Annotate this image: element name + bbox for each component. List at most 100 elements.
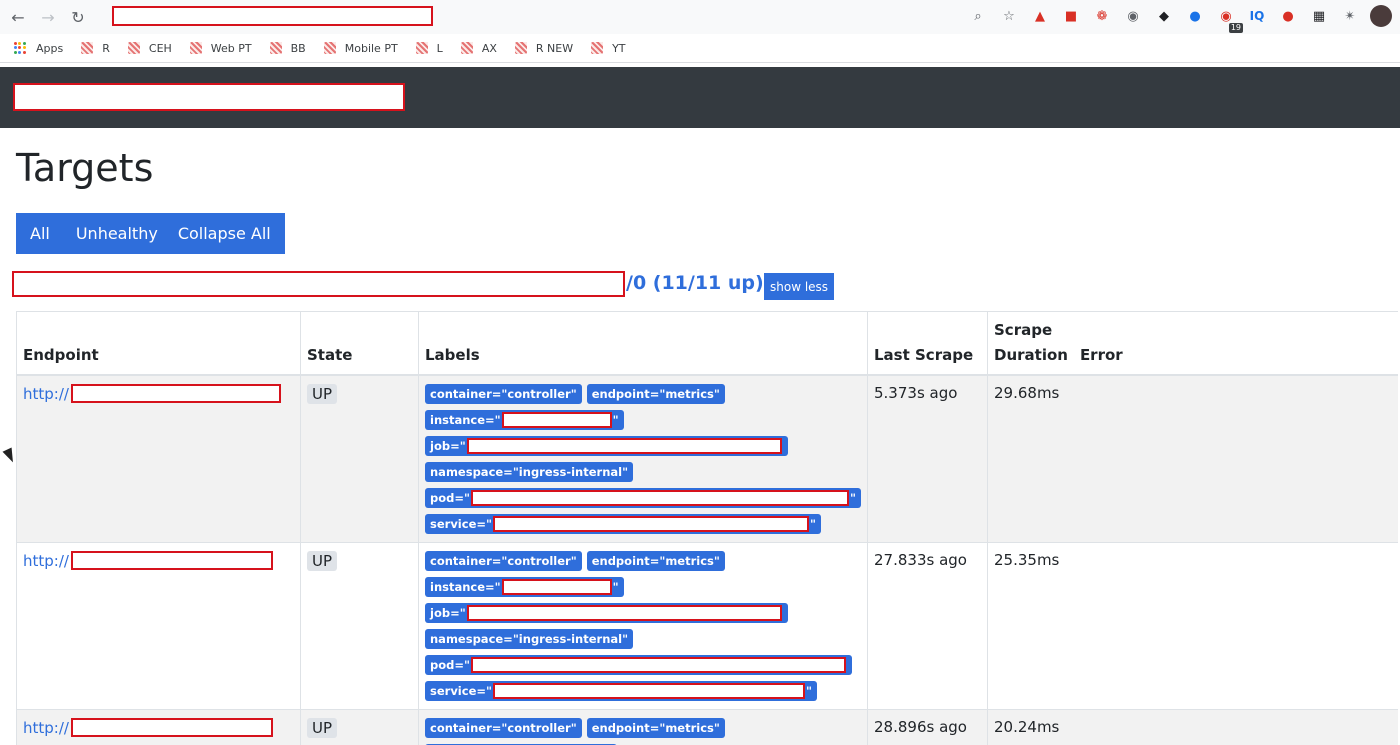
endpoint-redacted xyxy=(70,384,281,403)
layers-extension-icon[interactable]: ◆ xyxy=(1153,5,1175,27)
filter-button-group: All Unhealthy Collapse All xyxy=(16,213,285,254)
back-icon[interactable]: ← xyxy=(6,5,30,29)
show-less-button[interactable]: show less xyxy=(764,273,835,300)
label-badge-namespace: namespace="ingress-internal" xyxy=(425,462,634,482)
endpoint-cell: http:// xyxy=(16,709,301,745)
label-badge-instance: instance=" " xyxy=(425,410,624,430)
folder-icon xyxy=(81,42,94,54)
bookmark-l[interactable]: L xyxy=(415,41,443,55)
targets-table: Endpoint State Labels Last Scrape Scrape… xyxy=(16,311,1398,745)
label-badge-endpoint: endpoint="metrics" xyxy=(586,551,725,571)
bookmark-ax[interactable]: AX xyxy=(460,41,497,55)
bookmark-label: Web PT xyxy=(210,41,252,55)
extensions-bar: ⌕ ☆ ▲ ■ ❁ ◉ ◆ ● ◉ 19 IQ ● ▦ ✴ xyxy=(967,5,1392,33)
label-key: job=" xyxy=(430,606,466,620)
label-key: job=" xyxy=(430,439,466,453)
endpoint-scheme: http:// xyxy=(23,551,69,570)
angular-extension-icon[interactable]: ▲ xyxy=(1029,5,1051,27)
label-value-redacted xyxy=(501,579,612,595)
forward-icon[interactable]: → xyxy=(36,5,60,29)
label-badge-pod: pod=" " xyxy=(425,488,861,508)
bookmark-label: AX xyxy=(481,41,497,55)
endpoint-scheme: http:// xyxy=(23,718,69,737)
error-cell xyxy=(1073,709,1398,745)
bookmark-label: L xyxy=(436,41,443,55)
navbar-brand-redacted[interactable] xyxy=(13,83,405,111)
profile-avatar[interactable] xyxy=(1370,5,1392,27)
bookmark-web-pt[interactable]: Web PT xyxy=(189,41,252,55)
folder-icon xyxy=(269,42,282,54)
page-title: Targets xyxy=(16,146,154,190)
zoom-icon[interactable]: ⌕ xyxy=(967,5,989,27)
bookmark-label: Apps xyxy=(36,41,64,55)
bookmark-mobile-pt[interactable]: Mobile PT xyxy=(323,42,398,55)
endpoint-link[interactable]: http:// xyxy=(23,718,294,737)
error-cell xyxy=(1073,542,1398,710)
label-value-redacted xyxy=(466,438,782,454)
folder-icon xyxy=(514,42,527,54)
label-value-redacted xyxy=(471,490,849,506)
label-badge-service: service=" " xyxy=(425,514,821,534)
scrape-duration-cell: 20.24ms xyxy=(986,709,1074,745)
bookmark-star-icon[interactable]: ☆ xyxy=(998,5,1020,27)
bookmark-ceh[interactable]: CEH xyxy=(127,42,172,55)
label-badge-job: job=" xyxy=(425,603,788,623)
labels-cell: container="controller" endpoint="metrics… xyxy=(418,542,868,710)
endpoint-redacted xyxy=(70,718,273,737)
filter-all-button[interactable]: All xyxy=(16,213,66,254)
label-badge-pod: pod=" xyxy=(425,655,852,675)
error-cell xyxy=(1073,374,1398,543)
qr-extension-icon[interactable]: ▦ xyxy=(1308,5,1330,27)
header-last-scrape: Last Scrape xyxy=(867,311,988,376)
label-badge-endpoint: endpoint="metrics" xyxy=(586,384,725,404)
label-quote: " xyxy=(612,413,619,427)
header-endpoint: Endpoint xyxy=(16,311,301,376)
bookmark-bb[interactable]: BB xyxy=(269,42,306,55)
apps-grid-icon xyxy=(14,42,26,54)
state-badge: UP xyxy=(307,718,338,738)
header-state: State xyxy=(300,311,419,376)
label-badge-namespace: namespace="ingress-internal" xyxy=(425,629,634,649)
label-key: pod=" xyxy=(430,491,470,505)
bookmark-label: YT xyxy=(612,41,626,55)
job-name-redacted[interactable] xyxy=(12,271,625,297)
label-value-redacted xyxy=(501,412,612,428)
bookmark-apps[interactable]: Apps xyxy=(14,42,63,55)
ladybug-extension-icon[interactable]: ● xyxy=(1277,5,1299,27)
grammarly-extension-icon[interactable]: ● xyxy=(1184,5,1206,27)
browser-toolbar: ← → ↻ ⌕ ☆ ▲ ■ ❁ ◉ ◆ ● ◉ 19 IQ ● ▦ ✴ xyxy=(0,0,1400,34)
extension-badge-icon[interactable]: ◉ 19 xyxy=(1215,5,1243,33)
label-value-redacted xyxy=(493,683,805,699)
folder-icon xyxy=(591,42,604,54)
iq-extension-icon[interactable]: IQ xyxy=(1246,5,1268,27)
app-navbar xyxy=(0,67,1400,128)
labels-cell: container="controller" endpoint="metrics… xyxy=(418,709,868,745)
filter-unhealthy-button[interactable]: Unhealthy xyxy=(66,213,168,254)
extension-red-icon[interactable]: ■ xyxy=(1060,5,1082,27)
job-health-summary: /0 (11/11 up) xyxy=(626,272,764,294)
state-cell: UP xyxy=(300,709,419,745)
endpoint-link[interactable]: http:// xyxy=(23,384,294,403)
bookmark-label: R NEW xyxy=(535,41,574,55)
puzzle-extensions-icon[interactable]: ✴ xyxy=(1339,5,1361,27)
address-bar-redacted[interactable] xyxy=(112,6,433,26)
table-header-row: Endpoint State Labels Last Scrape Scrape… xyxy=(16,311,1398,376)
collapse-all-button[interactable]: Collapse All xyxy=(168,213,285,254)
label-badge-endpoint: endpoint="metrics" xyxy=(586,718,725,738)
reload-icon[interactable]: ↻ xyxy=(66,5,90,29)
extension-bug-icon[interactable]: ❁ xyxy=(1091,5,1113,27)
bookmark-yt[interactable]: YT xyxy=(591,41,626,55)
bookmark-r-new[interactable]: R NEW xyxy=(514,41,574,55)
endpoint-link[interactable]: http:// xyxy=(23,551,294,570)
label-key: service=" xyxy=(430,517,492,531)
endpoint-cell: http:// xyxy=(16,542,301,710)
camera-extension-icon[interactable]: ◉ xyxy=(1122,5,1144,27)
bookmark-r[interactable]: R xyxy=(81,42,110,55)
header-scrape-duration: Scrape Duration xyxy=(986,311,1074,376)
label-quote: " xyxy=(806,684,812,698)
folder-icon xyxy=(189,42,202,54)
folder-icon xyxy=(127,42,140,54)
folder-icon xyxy=(460,42,473,54)
table-row: http:// UP container="controller" endpoi… xyxy=(16,374,1398,543)
label-badge-service: service=" " xyxy=(425,681,817,701)
